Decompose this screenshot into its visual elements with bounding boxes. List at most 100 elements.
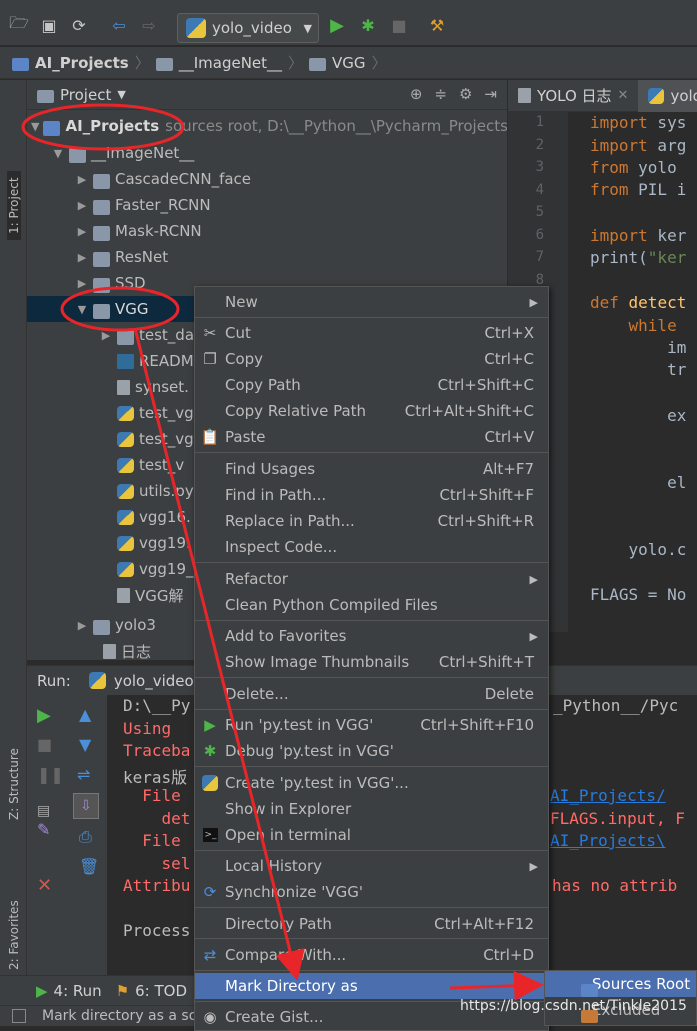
tab-run[interactable]: ▶ 4: Run	[36, 982, 102, 1000]
python-file-icon	[117, 561, 134, 577]
menu-item-directory-path[interactable]: Directory Path Ctrl+Alt+F12	[195, 911, 548, 937]
menu-item-add-to-favorites[interactable]: Add to Favorites ▶	[195, 623, 548, 649]
run-panel-config[interactable]: yolo_video	[114, 672, 194, 690]
console-link[interactable]: AI_Projects\	[550, 831, 666, 850]
collapsed-arrow-icon[interactable]: ▶	[75, 225, 89, 238]
rerun-icon[interactable]: ▶	[37, 705, 51, 726]
tree-item-faster-rcnn[interactable]: ▶ Faster_RCNN	[27, 192, 507, 218]
expanded-arrow-icon[interactable]: ▼	[75, 303, 89, 316]
tree-item-resnet[interactable]: ▶ ResNet	[27, 244, 507, 270]
menu-item-inspect-code[interactable]: Inspect Code...	[195, 534, 548, 560]
tree-item-label: 日志	[121, 642, 152, 661]
menu-separator	[195, 317, 548, 318]
collapsed-arrow-icon[interactable]: ▶	[75, 173, 89, 186]
debug-icon[interactable]: ✱	[357, 14, 379, 36]
stop-icon[interactable]: ■	[37, 735, 52, 754]
tab-favorites[interactable]: 2: Favorites	[7, 900, 21, 970]
locate-icon[interactable]: ⊕	[410, 85, 423, 103]
stop-icon[interactable]: ■	[388, 14, 410, 36]
tree-item-ai-projects[interactable]: ▼ AI_Projects sources root, D:\__Python_…	[27, 113, 507, 139]
line-number: 3	[535, 159, 544, 175]
collapsed-arrow-icon[interactable]: ▶	[75, 251, 89, 264]
console-line: File	[123, 831, 181, 850]
settings-icon[interactable]: ⚒	[426, 14, 448, 36]
menu-item-label: New	[225, 293, 258, 311]
menu-item-new[interactable]: New ▶	[195, 289, 548, 315]
menu-item-clean-compiled[interactable]: Clean Python Compiled Files	[195, 592, 548, 618]
menu-item-paste[interactable]: 📋 Paste Ctrl+V	[195, 424, 548, 450]
menu-item-refactor[interactable]: Refactor ▶	[195, 566, 548, 592]
tab-structure[interactable]: Z: Structure	[7, 748, 21, 820]
menu-item-copy-relative-path[interactable]: Copy Relative Path Ctrl+Alt+Shift+C	[195, 398, 548, 424]
menu-item-label: Clean Python Compiled Files	[225, 596, 438, 614]
expanded-arrow-icon[interactable]: ▼	[51, 147, 65, 160]
menu-item-delete[interactable]: Delete... Delete	[195, 681, 548, 707]
breadcrumb-item-vgg[interactable]: VGG	[332, 54, 366, 72]
breadcrumb-item-imagenet[interactable]: __ImageNet__	[179, 54, 282, 72]
tab-yolo[interactable]: yolo	[638, 79, 697, 112]
menu-item-replace-in-path[interactable]: Replace in Path... Ctrl+Shift+R	[195, 508, 548, 534]
console-link[interactable]: AI_Projects/	[550, 786, 666, 805]
tree-item-mask-rcnn[interactable]: ▶ Mask-RCNN	[27, 218, 507, 244]
python-file-icon	[117, 535, 134, 551]
close-icon[interactable]: ✕	[37, 875, 52, 896]
tree-item-label: VGG	[115, 300, 149, 318]
run-config-select[interactable]: yolo_video ▼	[177, 13, 319, 43]
pause-icon[interactable]: ❚❚	[37, 765, 64, 784]
run-icon[interactable]: ▶	[326, 14, 348, 36]
print-icon[interactable]: ⎙	[79, 827, 92, 847]
menu-item-compare-with[interactable]: ⇄ Compare With... Ctrl+D	[195, 942, 548, 968]
collapsed-arrow-icon[interactable]: ▶	[99, 329, 113, 342]
toggle-panel-icon[interactable]	[12, 1009, 26, 1023]
menu-item-show-in-explorer[interactable]: Show in Explorer	[195, 796, 548, 822]
gear-icon[interactable]: ⚙	[459, 85, 472, 103]
tab-todo[interactable]: ⚑ 6: TOD	[116, 982, 187, 1000]
menu-item-label: Copy	[225, 350, 264, 368]
save-icon[interactable]: ▣	[38, 14, 60, 36]
menu-item-open-terminal[interactable]: >_ Open in terminal	[195, 822, 548, 848]
collapse-icon[interactable]: ≑	[434, 85, 447, 103]
tab-project[interactable]: 1: Project	[7, 171, 21, 240]
menu-separator	[195, 709, 548, 710]
up-arrow-icon[interactable]: ▲	[79, 705, 91, 724]
menu-item-run-pytest[interactable]: ▶ Run 'py.test in VGG' Ctrl+Shift+F10	[195, 712, 548, 738]
status-text: Mark directory as a so	[42, 1008, 198, 1024]
close-icon[interactable]: ✕	[618, 88, 629, 103]
hide-icon[interactable]: ⇥	[484, 85, 497, 103]
menu-item-local-history[interactable]: Local History ▶	[195, 853, 548, 879]
expanded-arrow-icon[interactable]: ▼	[31, 120, 39, 133]
tree-item-imagenet[interactable]: ▼ __ImageNet__	[27, 140, 507, 166]
menu-separator	[195, 677, 548, 678]
menu-item-cut[interactable]: ✂ Cut Ctrl+X	[195, 320, 548, 346]
trash-icon[interactable]: 🗑	[79, 857, 99, 876]
scroll-to-end-icon[interactable]: ⇩	[73, 793, 99, 819]
down-arrow-icon[interactable]: ▼	[79, 735, 91, 754]
menu-item-copy[interactable]: ❐ Copy Ctrl+C	[195, 346, 548, 372]
menu-item-find-usages[interactable]: Find Usages Alt+F7	[195, 456, 548, 482]
project-panel-title[interactable]: Project	[60, 86, 111, 104]
chevron-down-icon[interactable]: ▼	[117, 88, 125, 101]
menu-item-create-pytest[interactable]: Create 'py.test in VGG'...	[195, 770, 548, 796]
menu-item-show-thumbnails[interactable]: Show Image Thumbnails Ctrl+Shift+T	[195, 649, 548, 675]
pin-icon[interactable]: ✎	[37, 820, 50, 839]
collapsed-arrow-icon[interactable]: ▶	[75, 277, 89, 290]
breadcrumb-item-root[interactable]: AI_Projects	[35, 54, 129, 72]
back-icon[interactable]: ⇦	[108, 14, 130, 36]
forward-icon[interactable]: ⇨	[138, 14, 160, 36]
layout-icon[interactable]: ▤	[37, 803, 50, 819]
menu-item-synchronize[interactable]: ⟳ Synchronize 'VGG'	[195, 879, 548, 905]
collapsed-arrow-icon[interactable]: ▶	[75, 199, 89, 212]
tree-item-cascadecnn[interactable]: ▶ CascadeCNN_face	[27, 166, 507, 192]
project-panel-header: Project ▼ ⊕ ≑ ⚙ ⇥	[27, 80, 507, 110]
run-icon: ▶	[36, 981, 48, 1000]
menu-item-find-in-path[interactable]: Find in Path... Ctrl+Shift+F	[195, 482, 548, 508]
tab-yolo-log[interactable]: YOLO 日志 ✕	[508, 80, 638, 112]
menu-item-copy-path[interactable]: Copy Path Ctrl+Shift+C	[195, 372, 548, 398]
folder-open-icon[interactable]: 🗁	[8, 13, 30, 36]
collapsed-arrow-icon[interactable]: ▶	[75, 619, 89, 632]
menu-item-mark-directory-as[interactable]: Mark Directory as ▶	[195, 973, 548, 999]
submenu-item-sources-root[interactable]: Sources Root	[545, 971, 696, 997]
menu-item-debug-pytest[interactable]: ✱ Debug 'py.test in VGG'	[195, 738, 548, 764]
sync-icon[interactable]: ⟳	[68, 14, 90, 36]
wrap-icon[interactable]: ⇌	[77, 765, 90, 784]
